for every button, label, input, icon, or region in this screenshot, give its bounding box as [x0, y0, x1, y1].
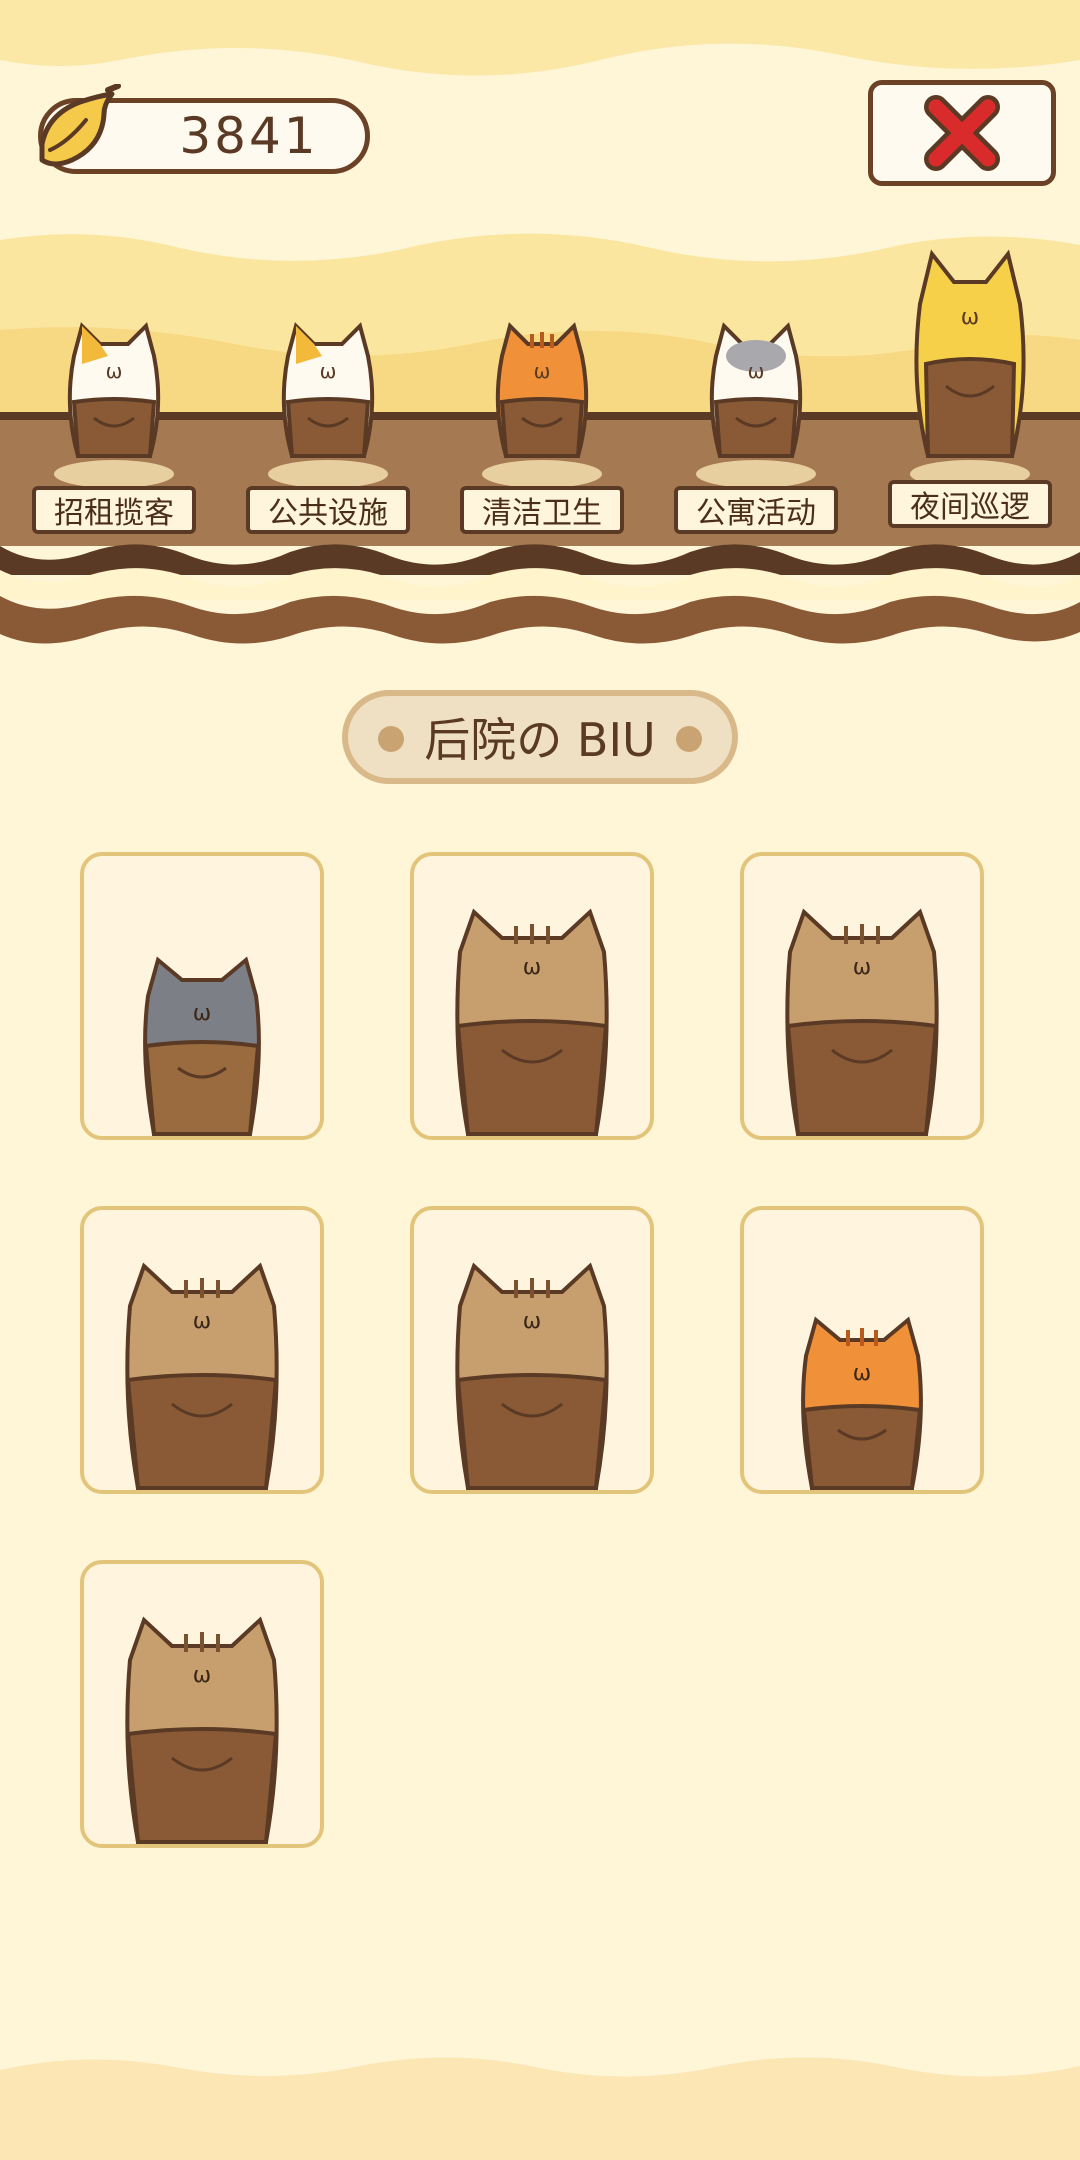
svg-text:ω: ω: [534, 359, 551, 383]
dept-activities[interactable]: ω 公寓活动: [666, 306, 846, 534]
calico-cat-icon: ω: [54, 322, 174, 486]
gray-cat-icon: ω: [143, 956, 261, 1136]
svg-text:ω: ω: [961, 305, 979, 330]
decor-dot: [378, 726, 404, 752]
dept-label: 夜间巡逻: [888, 480, 1052, 528]
svg-text:ω: ω: [523, 955, 541, 980]
svg-text:ω: ω: [193, 1309, 211, 1334]
dept-label: 公共设施: [246, 486, 410, 534]
dept-label: 招租揽客: [32, 486, 196, 534]
cat-card[interactable]: ω: [80, 1560, 324, 1848]
currency-value: 3841: [179, 107, 319, 165]
dept-facilities[interactable]: ω 公共设施: [238, 306, 418, 534]
cat-card[interactable]: ω: [410, 1206, 654, 1494]
section-title-text: 后院の BIU: [424, 713, 656, 767]
brown-tabby-cat-icon: ω: [125, 1616, 279, 1844]
cat-card[interactable]: ω: [740, 852, 984, 1140]
cat-card[interactable]: ω: [80, 1206, 324, 1494]
svg-text:ω: ω: [193, 1663, 211, 1688]
svg-text:ω: ω: [106, 359, 123, 383]
svg-text:ω: ω: [320, 359, 337, 383]
dept-label: 清洁卫生: [460, 486, 624, 534]
gray-white-cat-icon: ω: [696, 322, 816, 486]
brown-tabby-cat-icon: ω: [785, 908, 939, 1136]
orange-tabby-cat-icon: ω: [482, 322, 602, 486]
svg-text:ω: ω: [748, 359, 765, 383]
brown-tabby-cat-icon: ω: [125, 1262, 279, 1490]
svg-text:ω: ω: [193, 1001, 211, 1026]
section-title: 后院の BIU: [342, 690, 738, 784]
brown-tabby-cat-icon: ω: [455, 908, 609, 1136]
brown-tabby-cat-icon: ω: [455, 1262, 609, 1490]
banana-icon: [39, 84, 121, 167]
close-x-icon: [924, 95, 1000, 171]
svg-text:ω: ω: [523, 1309, 541, 1334]
calico-cat-icon: ω: [268, 322, 388, 486]
cat-card[interactable]: ω: [740, 1206, 984, 1494]
dept-cleaning[interactable]: ω 清洁卫生: [452, 306, 632, 534]
dept-label: 公寓活动: [674, 486, 838, 534]
yellow-cat-icon: ω: [910, 249, 1030, 488]
svg-text:ω: ω: [853, 1361, 871, 1386]
cat-card[interactable]: ω: [80, 852, 324, 1140]
close-button[interactable]: [868, 80, 1056, 186]
cat-card[interactable]: ω: [410, 852, 654, 1140]
orange-tabby-cat-icon: ω: [801, 1316, 923, 1490]
dept-recruit[interactable]: ω 招租揽客: [24, 306, 204, 534]
dept-night-patrol[interactable]: ω 夜间巡逻: [880, 244, 1060, 528]
svg-text:ω: ω: [853, 955, 871, 980]
decor-dot: [676, 726, 702, 752]
